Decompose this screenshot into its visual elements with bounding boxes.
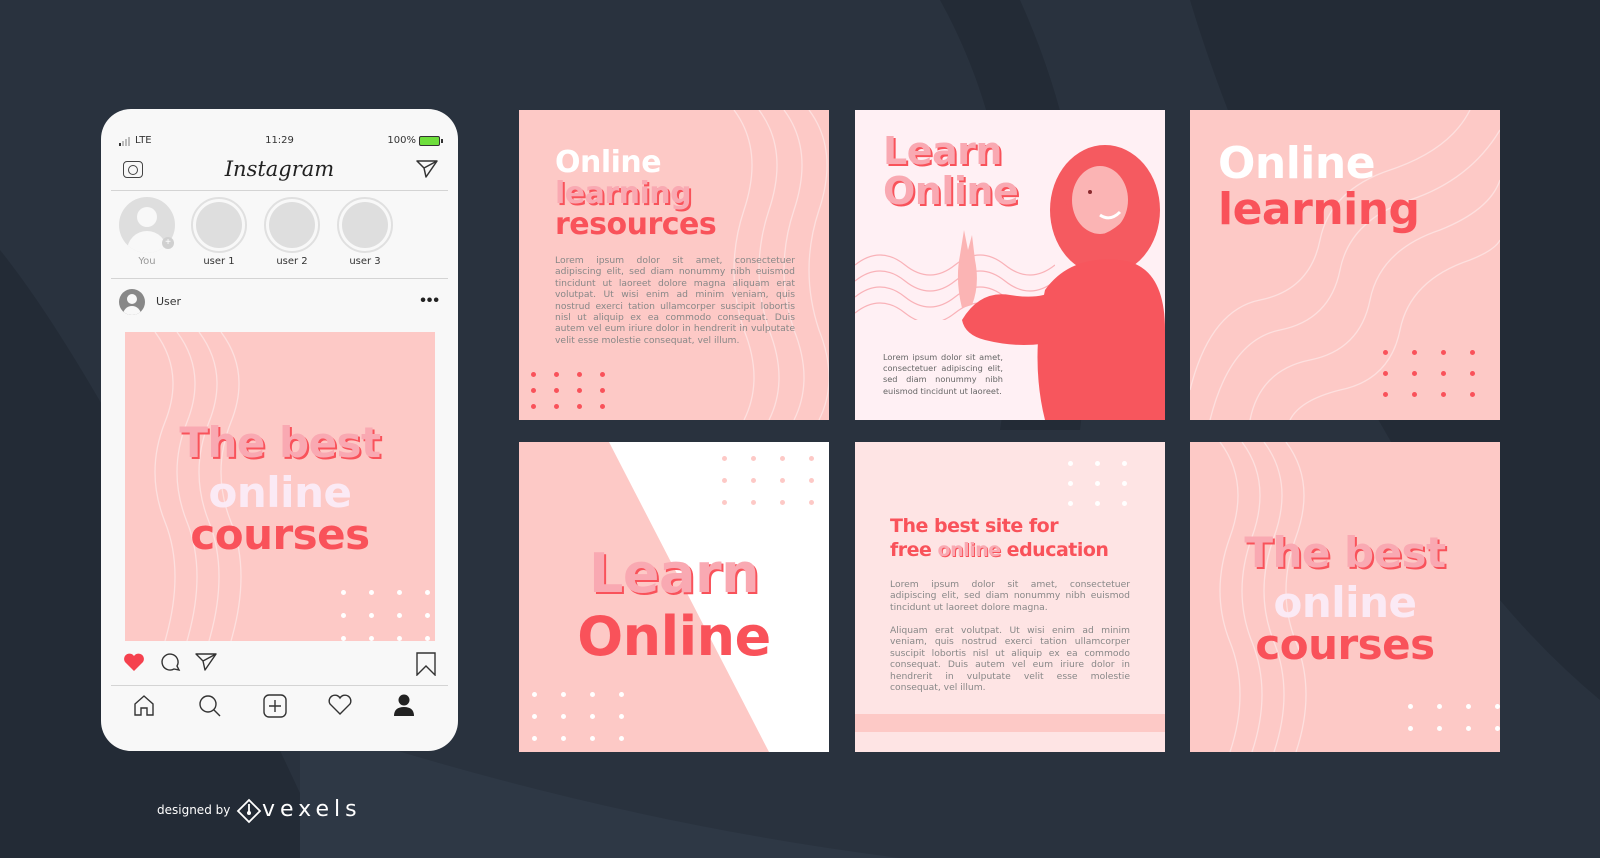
profile-icon[interactable]	[393, 694, 415, 716]
divider	[111, 685, 448, 686]
avatar	[337, 197, 393, 253]
card-title-line-1: Online	[555, 145, 662, 180]
post-header: User •••	[119, 289, 440, 315]
heart-filled-icon[interactable]	[123, 652, 145, 672]
phone-mockup: LTE 11:29 100% Instagram + You user 1 us…	[101, 109, 458, 751]
card-body-text-2: Aliquam erat volutpat. Ut wisi enim ad m…	[890, 625, 1130, 694]
divider	[111, 278, 448, 279]
vexels-logo-icon	[236, 798, 262, 824]
battery-percent: 100%	[387, 135, 416, 146]
card-body-text-1: Lorem ipsum dolor sit amet, consectetuer…	[890, 579, 1130, 613]
post-title-line-2: online	[208, 468, 352, 517]
post-username[interactable]: User	[156, 295, 181, 308]
accent-stripe	[855, 714, 1165, 732]
card-title-line-1: The best	[1244, 528, 1446, 577]
dot-grid	[1408, 704, 1500, 731]
post-title-line-3: courses	[190, 510, 370, 559]
brand-name: vexels	[262, 797, 362, 822]
home-icon[interactable]	[133, 694, 155, 716]
activity-heart-icon[interactable]	[328, 694, 352, 716]
avatar	[191, 197, 247, 253]
send-icon[interactable]	[416, 159, 438, 179]
story-label: user 3	[349, 256, 381, 267]
story-label: You	[138, 256, 156, 267]
status-bar: LTE 11:29 100%	[119, 135, 443, 149]
story-label: user 2	[276, 256, 308, 267]
card-title-line-2: Online	[577, 605, 771, 668]
post-card-online-learning-resources[interactable]: Online learning resources Lorem ipsum do…	[519, 110, 829, 420]
story-label: user 1	[203, 256, 235, 267]
story-user-1[interactable]: user 1	[191, 197, 247, 267]
card-title-line-2: learning	[555, 176, 692, 211]
bottom-nav	[121, 694, 438, 722]
dot-grid	[531, 372, 623, 409]
more-options-icon[interactable]: •••	[420, 292, 440, 310]
card-body-text: Lorem ipsum dolor sit amet, consectetuer…	[555, 255, 795, 346]
story-user-2[interactable]: user 2	[264, 197, 320, 267]
avatar[interactable]	[119, 289, 145, 315]
dot-grid	[532, 692, 648, 741]
card-body-text: Lorem ipsum dolor sit amet, consectetuer…	[883, 352, 1003, 396]
card-title-line-1: Learn	[588, 542, 760, 605]
dot-grid	[1383, 350, 1499, 397]
add-icon[interactable]	[263, 694, 287, 718]
post-card-best-site[interactable]: The best site for free online education …	[855, 442, 1165, 752]
search-icon[interactable]	[198, 694, 222, 718]
title-highlight: online	[937, 539, 1002, 561]
post-image[interactable]: The best online courses	[125, 332, 435, 641]
post-title-line-1: The best	[179, 418, 381, 467]
bookmark-icon[interactable]	[416, 652, 436, 676]
card-title-line-2: free online education	[890, 539, 1109, 561]
card-title-line-1: Online	[1218, 138, 1376, 189]
app-header: Instagram	[111, 155, 448, 191]
card-title-line-1: The best site for	[890, 515, 1059, 537]
dot-grid	[722, 456, 829, 505]
battery-icon	[419, 136, 443, 146]
story-user-3[interactable]: user 3	[337, 197, 393, 267]
share-icon[interactable]	[195, 652, 217, 672]
card-title-line-3: resources	[555, 207, 717, 242]
comment-icon[interactable]	[160, 652, 182, 674]
post-card-best-online-courses[interactable]: The best online courses	[1190, 442, 1500, 752]
dot-grid	[1068, 461, 1149, 506]
card-title-line-2: learning	[1218, 184, 1420, 235]
post-card-learn-online-photo[interactable]: Learn Online Lorem ipsum dolor sit amet,…	[855, 110, 1165, 420]
add-story-icon[interactable]: +	[162, 237, 174, 249]
avatar	[264, 197, 320, 253]
card-title-line-2: Online	[883, 169, 1019, 213]
title-text: education	[1000, 539, 1109, 561]
story-you[interactable]: + You	[119, 197, 175, 267]
designed-by-label: designed by	[157, 803, 231, 817]
dot-grid	[341, 590, 435, 641]
post-actions	[123, 652, 436, 678]
title-text: free	[890, 539, 938, 561]
card-title-line-2: online	[1273, 578, 1417, 627]
card-title-line-1: Learn	[883, 129, 1002, 173]
card-title-line-3: courses	[1255, 620, 1435, 669]
stories-row: + You user 1 user 2 user 3	[119, 197, 448, 267]
post-card-online-learning[interactable]: Online learning	[1190, 110, 1500, 420]
post-card-learn-online[interactable]: Learn Online	[519, 442, 829, 752]
app-title: Instagram	[224, 157, 335, 181]
